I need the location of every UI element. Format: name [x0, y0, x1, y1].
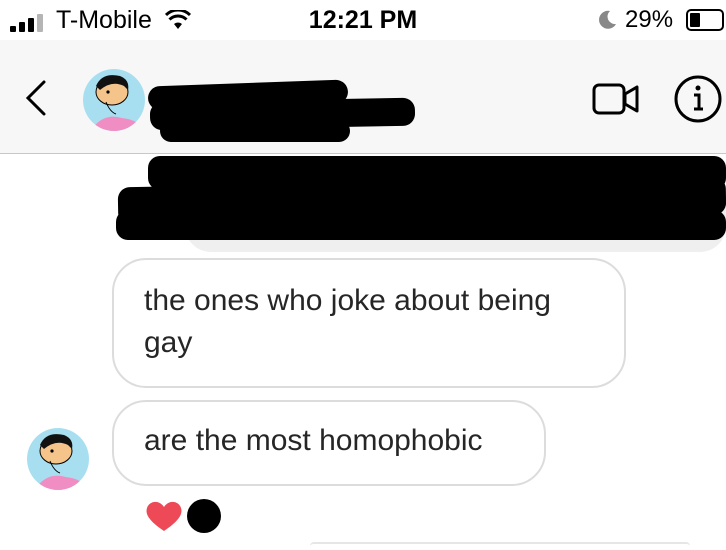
redaction-stroke: [116, 210, 726, 240]
message-bubble[interactable]: the ones who joke about being gay: [112, 258, 626, 388]
heart-reaction-icon[interactable]: [145, 499, 183, 533]
redaction-stroke: [160, 120, 350, 142]
back-chevron-icon[interactable]: [20, 78, 50, 118]
black-circle-reaction-icon[interactable]: [187, 499, 221, 533]
message-text: the ones who joke about being gay: [144, 284, 551, 359]
sender-avatar[interactable]: [26, 427, 90, 491]
battery-icon: [686, 9, 724, 31]
info-icon[interactable]: [672, 73, 724, 125]
contact-avatar[interactable]: [82, 68, 146, 132]
conversation-header: [0, 40, 726, 154]
message-text: are the most homophobic: [144, 424, 483, 457]
next-message-edge: [310, 542, 690, 550]
status-bar: T-Mobile 12:21 PM 29%: [0, 0, 726, 40]
message-thread: the ones who joke about being gay are th…: [0, 154, 726, 547]
message-bubble[interactable]: are the most homophobic: [112, 400, 546, 486]
do-not-disturb-moon-icon: [599, 10, 616, 29]
battery-percentage: 29%: [625, 6, 674, 33]
video-call-icon[interactable]: [590, 77, 642, 121]
